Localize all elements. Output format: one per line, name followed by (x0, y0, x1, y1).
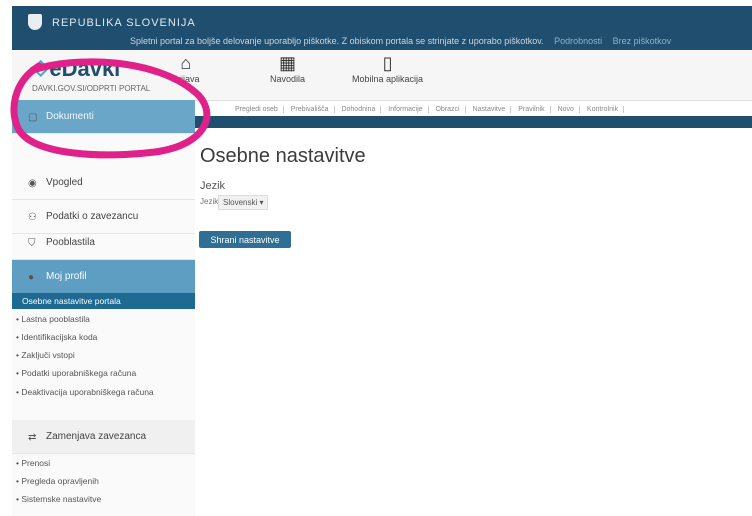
profile-link-personal-settings[interactable]: Osebne nastavitve portala (12, 293, 195, 309)
profile-link[interactable]: • Identifikacijska koda (16, 332, 97, 342)
language-label: Jezik (200, 197, 219, 206)
sidebar-item-switch-taxpayer[interactable]: ⇄ Zamenjava zavezanca (12, 420, 195, 454)
announcement-link-decline[interactable]: Brez piškotkov (613, 36, 672, 46)
nav-item-instructions[interactable]: ▦ Navodila (270, 52, 305, 84)
shield-icon: ⛉ (28, 237, 36, 249)
sidebar-item-label: Zamenjava zavezanca (46, 431, 147, 442)
coat-of-arms-icon (28, 14, 42, 30)
profile-link[interactable]: • Deaktivacija uporabniškega računa (16, 387, 181, 397)
announcement-text: Spletni portal za boljše delovanje upora… (130, 36, 544, 46)
logo-subtitle: DAVKI.GOV.SI/ODPRTI PORTAL (32, 84, 151, 93)
subnav-item[interactable]: Obrazci (430, 106, 466, 113)
sidebar-item-label: Pooblastila (46, 237, 95, 248)
sidebar-item-view[interactable]: ◉ Vpogled (12, 166, 195, 200)
mobile-icon: ▯ (382, 53, 393, 73)
secondary-link[interactable]: • Pregleda opravljenih (16, 476, 99, 486)
subnav-item[interactable]: Informacije (383, 106, 429, 113)
sidebar-item-label: Dokumenti (46, 111, 94, 122)
nav-item-mobile-app[interactable]: ▯ Mobilna aplikacija (352, 52, 423, 84)
top-banner: REPUBLIKA SLOVENIJA Spletni portal za bo… (12, 6, 752, 50)
edavki-logo[interactable]: ⟐eDavki (32, 56, 120, 82)
eye-icon: ◉ (28, 177, 37, 189)
cookie-announcement: Spletni portal za boljše delovanje upora… (130, 36, 671, 46)
page-title: Osebne nastavitve (200, 145, 366, 167)
sidebar-item-documents[interactable]: ▢ Dokumenti (12, 100, 195, 134)
people-icon: ⚇ (28, 211, 37, 223)
announcement-link-details[interactable]: Podrobnosti (554, 36, 602, 46)
profile-link[interactable]: • Lastna pooblastila (16, 314, 90, 324)
subnav-item[interactable]: Nastavitve (467, 106, 512, 113)
language-heading: Jezik (200, 180, 226, 192)
main-navigation: ⟐eDavki DAVKI.GOV.SI/ODPRTI PORTAL ⌂ Pri… (12, 50, 752, 101)
language-select[interactable]: Slovenski ▾ (218, 195, 269, 210)
save-settings-button[interactable]: Shrani nastavitve (199, 231, 291, 248)
profile-link[interactable]: • Podatki uporabniškega računa (16, 368, 136, 378)
sidebar-item-label: Podatki o zavezancu (46, 211, 139, 222)
sidebar-item-label: Vpogled (46, 177, 83, 188)
secondary-link[interactable]: • Prenosi (16, 458, 50, 468)
secondary-link[interactable]: • Sistemske nastavitve (16, 494, 101, 504)
profile-link[interactable]: • Zaključi vstopi (16, 350, 75, 360)
nav-item-login[interactable]: ⌂ Prijava (172, 52, 200, 84)
sidebar: ▢ Dokumenti ◉ Vpogled ⚇ Podatki o zaveza… (12, 100, 195, 516)
sidebar-item-label: Moj profil (46, 271, 87, 282)
secondary-navigation: Pregledi oseb Prebivališča Dohodnina Inf… (230, 106, 625, 113)
user-icon: ● (28, 271, 35, 283)
subnav-item[interactable]: Dohodnina (336, 106, 382, 113)
sidebar-item-authorizations[interactable]: ⛉ Pooblastila (12, 226, 195, 260)
subnav-item[interactable]: Novo (552, 106, 580, 113)
document-icon: ▢ (28, 111, 38, 123)
sidebar-item-my-profile[interactable]: ● Moj profil (12, 260, 195, 294)
subnav-item[interactable]: Pregledi oseb (230, 106, 284, 113)
subnav-item[interactable]: Pravilnik (513, 106, 551, 113)
content-header-bar (195, 116, 752, 128)
grid-icon: ▦ (279, 53, 297, 73)
republic-label: REPUBLIKA SLOVENIJA (52, 17, 196, 29)
subnav-item[interactable]: Prebivališča (285, 106, 335, 113)
home-icon: ⌂ (180, 53, 192, 73)
subnav-item[interactable]: Kontrolnik (581, 106, 625, 113)
switch-icon: ⇄ (28, 431, 37, 443)
